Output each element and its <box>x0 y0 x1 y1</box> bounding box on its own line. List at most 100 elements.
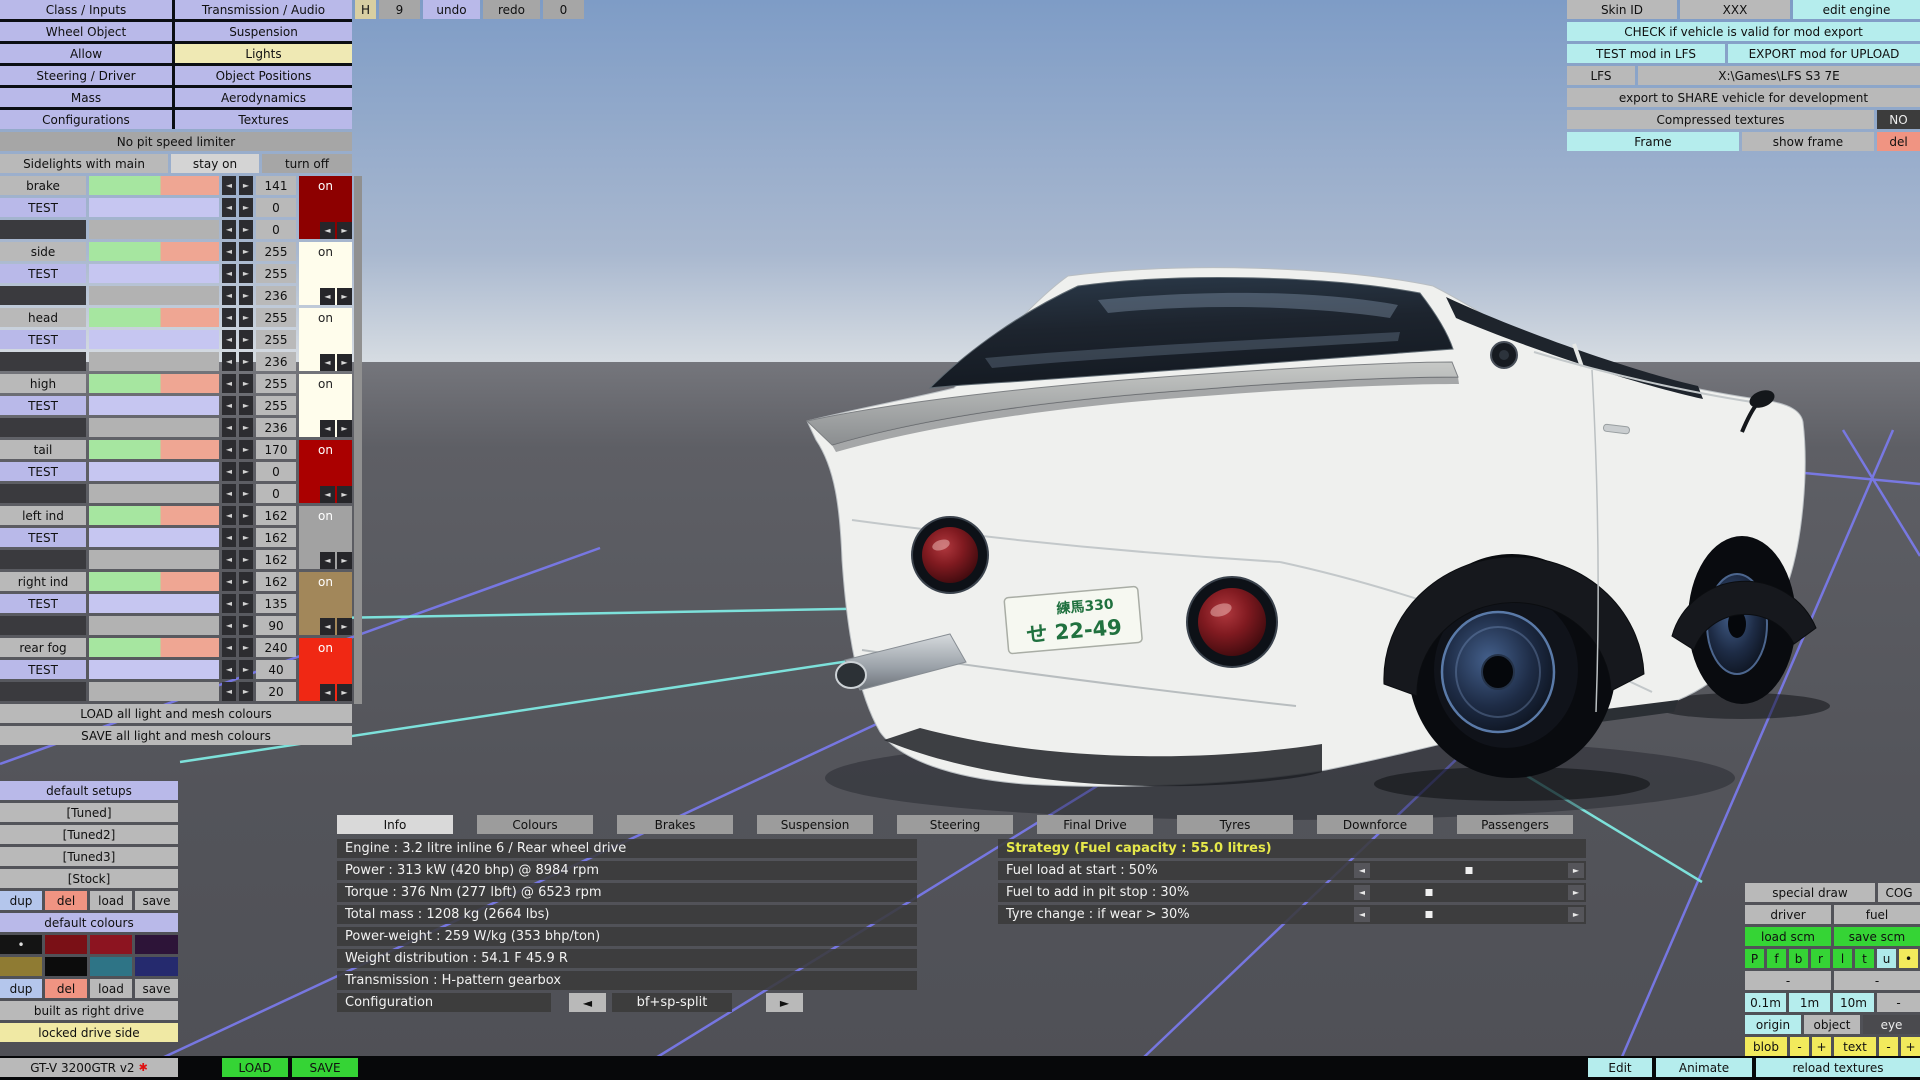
tab-info[interactable]: Info <box>337 815 453 834</box>
stay-on-button[interactable]: stay on <box>171 154 259 173</box>
slider-track[interactable] <box>1370 907 1568 922</box>
tab-passengers[interactable]: Passengers <box>1457 815 1573 834</box>
spinner-right-icon[interactable]: ► <box>239 484 253 503</box>
green-slider[interactable] <box>89 660 219 679</box>
blue-slider[interactable] <box>89 352 219 371</box>
light-colour-swatch[interactable]: on ◄► <box>299 374 352 437</box>
menu-lights-selected[interactable]: Lights <box>175 44 352 63</box>
colour-swatch[interactable] <box>90 957 132 976</box>
tab-final-drive[interactable]: Final Drive <box>1037 815 1153 834</box>
export-mod-button[interactable]: EXPORT mod for UPLOAD <box>1728 44 1920 63</box>
tab-colours[interactable]: Colours <box>477 815 593 834</box>
spinner-right-icon[interactable]: ► <box>239 594 253 613</box>
slider-track[interactable] <box>1370 863 1568 878</box>
setup-dup-button[interactable]: dup <box>0 891 42 910</box>
spinner-left-icon[interactable]: ◄ <box>222 506 236 525</box>
colour-load-button[interactable]: load <box>90 979 132 998</box>
green-slider[interactable] <box>89 198 219 217</box>
red-slider[interactable] <box>89 242 219 261</box>
blue-slider[interactable] <box>89 550 219 569</box>
built-right-drive-button[interactable]: built as right drive <box>0 1001 178 1020</box>
tab-brakes[interactable]: Brakes <box>617 815 733 834</box>
red-slider[interactable] <box>89 506 219 525</box>
test-button[interactable]: TEST <box>0 462 86 481</box>
hotkey-h-button[interactable]: H <box>355 0 376 19</box>
default-setups-button[interactable]: default setups <box>0 781 178 800</box>
swatch-right-icon[interactable]: ► <box>337 354 352 371</box>
menu-class-inputs[interactable]: Class / Inputs <box>0 0 172 19</box>
menu-object-positions[interactable]: Object Positions <box>175 66 352 85</box>
red-slider[interactable] <box>89 374 219 393</box>
test-button[interactable]: TEST <box>0 528 86 547</box>
spinner-left-icon[interactable]: ◄ <box>222 462 236 481</box>
blue-slider[interactable] <box>89 616 219 635</box>
scale-0-1m-button[interactable]: 0.1m <box>1745 993 1786 1012</box>
slider-thumb[interactable] <box>1426 911 1433 918</box>
spinner-left-icon[interactable]: ◄ <box>222 418 236 437</box>
slider-left-icon[interactable]: ◄ <box>1354 907 1370 922</box>
show-frame-button[interactable]: show frame <box>1742 132 1874 151</box>
light-colour-swatch[interactable]: on ◄► <box>299 242 352 305</box>
slider-right-icon[interactable]: ► <box>1568 907 1584 922</box>
tab-steering[interactable]: Steering <box>897 815 1013 834</box>
load-all-colours-button[interactable]: LOAD all light and mesh colours <box>0 704 352 723</box>
special-draw-button[interactable]: special draw <box>1745 883 1875 902</box>
blue-slider[interactable] <box>89 484 219 503</box>
turn-off-button[interactable]: turn off <box>262 154 352 173</box>
test-button[interactable]: TEST <box>0 264 86 283</box>
compressed-textures-value[interactable]: NO <box>1877 110 1920 129</box>
skin-id-value[interactable]: XXX <box>1680 0 1790 19</box>
spinner-right-icon[interactable]: ► <box>239 638 253 657</box>
swatch-right-icon[interactable]: ► <box>337 486 352 503</box>
cog-button[interactable]: COG <box>1878 883 1920 902</box>
config-prev-icon[interactable]: ◄ <box>569 993 606 1012</box>
default-colours-button[interactable]: default colours <box>0 913 178 932</box>
blob-button[interactable]: blob <box>1745 1037 1787 1056</box>
fuel-pit-slider[interactable]: ◄ ► <box>1354 885 1584 900</box>
setup-del-button[interactable]: del <box>45 891 87 910</box>
light-name-button[interactable]: right ind <box>0 572 86 591</box>
spinner-left-icon[interactable]: ◄ <box>222 550 236 569</box>
swatch-left-icon[interactable]: ◄ <box>320 486 335 503</box>
spinner-left-icon[interactable]: ◄ <box>222 682 236 701</box>
light-colour-swatch[interactable]: on ◄► <box>299 440 352 503</box>
eye-button[interactable]: eye <box>1863 1015 1920 1034</box>
scale-1m-button[interactable]: 1m <box>1789 993 1830 1012</box>
frame-button[interactable]: Frame <box>1567 132 1739 151</box>
save-scm-button[interactable]: save scm <box>1834 927 1920 946</box>
spinner-left-icon[interactable]: ◄ <box>222 330 236 349</box>
red-slider[interactable] <box>89 176 219 195</box>
spinner-left-icon[interactable]: ◄ <box>222 242 236 261</box>
light-colour-swatch[interactable]: on ◄► <box>299 506 352 569</box>
colour-save-button[interactable]: save <box>135 979 178 998</box>
lfs-button[interactable]: LFS <box>1567 66 1635 85</box>
swatch-right-icon[interactable]: ► <box>337 222 352 239</box>
light-colour-swatch[interactable]: on ◄► <box>299 308 352 371</box>
spinner-left-icon[interactable]: ◄ <box>222 220 236 239</box>
red-slider[interactable] <box>89 572 219 591</box>
config-next-icon[interactable]: ► <box>766 993 803 1012</box>
menu-mass[interactable]: Mass <box>0 88 172 107</box>
colour-swatch[interactable] <box>135 935 178 954</box>
spinner-right-icon[interactable]: ► <box>239 528 253 547</box>
green-slider[interactable] <box>89 528 219 547</box>
spinner-right-icon[interactable]: ► <box>239 462 253 481</box>
tab-tyres[interactable]: Tyres <box>1177 815 1293 834</box>
slider-left-icon[interactable]: ◄ <box>1354 863 1370 878</box>
load-vehicle-button[interactable]: LOAD <box>222 1058 288 1077</box>
test-button[interactable]: TEST <box>0 594 86 613</box>
red-slider[interactable] <box>89 440 219 459</box>
save-vehicle-button[interactable]: SAVE <box>292 1058 358 1077</box>
spinner-left-icon[interactable]: ◄ <box>222 308 236 327</box>
swatch-left-icon[interactable]: ◄ <box>320 354 335 371</box>
pit-limiter-toggle[interactable]: No pit speed limiter <box>0 132 352 151</box>
spinner-right-icon[interactable]: ► <box>239 220 253 239</box>
blue-slider[interactable] <box>89 418 219 437</box>
test-button[interactable]: TEST <box>0 198 86 217</box>
menu-textures[interactable]: Textures <box>175 110 352 129</box>
slider-right-icon[interactable]: ► <box>1568 885 1584 900</box>
menu-suspension[interactable]: Suspension <box>175 22 352 41</box>
spinner-right-icon[interactable]: ► <box>239 396 253 415</box>
green-slider[interactable] <box>89 594 219 613</box>
swatch-right-icon[interactable]: ► <box>337 684 352 701</box>
